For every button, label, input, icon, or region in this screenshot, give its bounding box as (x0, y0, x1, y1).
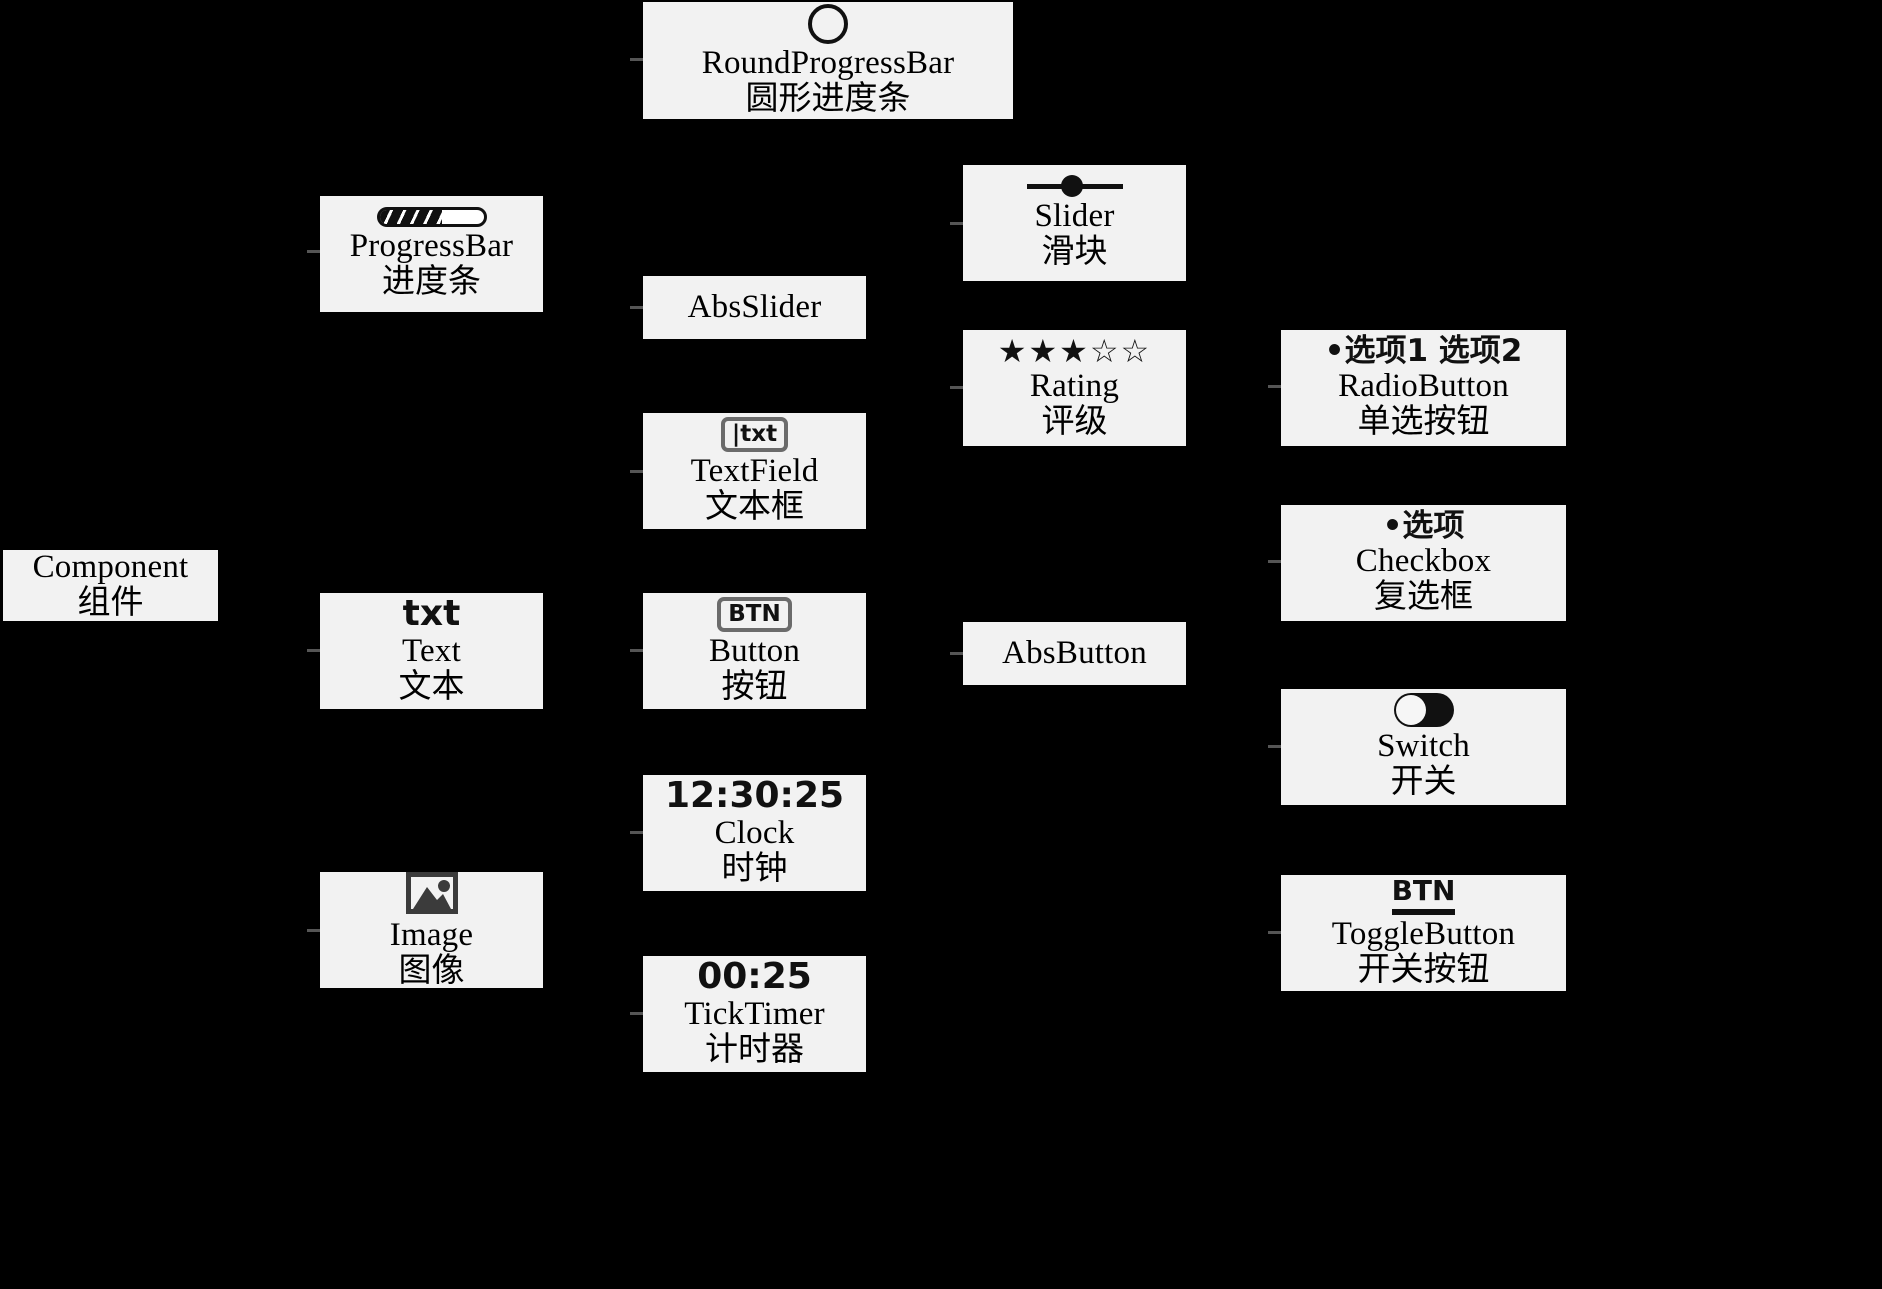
node-button[interactable]: BTN Button 按钮 (643, 593, 866, 709)
clock-digits-icon: 12:30:25 (664, 775, 845, 817)
connector-abs-button (950, 652, 963, 655)
connector-text (307, 649, 320, 652)
node-text[interactable]: txt Text 文本 (320, 593, 543, 709)
txt-icon: txt (402, 593, 461, 635)
node-radio-button-label-en: RadioButton (1338, 367, 1509, 404)
node-text-label-en: Text (402, 633, 461, 670)
connector-tick-timer (630, 1012, 643, 1015)
node-abs-slider-label-en: AbsSlider (687, 288, 822, 325)
progress-bar-icon (376, 207, 487, 228)
textfield-icon: |txt (720, 416, 789, 452)
checkbox-option-icon: •选项 (1382, 507, 1465, 544)
node-button-label-zh: 按钮 (721, 668, 788, 705)
node-progress-bar-label-zh: 进度条 (382, 264, 481, 300)
node-round-progress-bar-label-en: RoundProgressBar (701, 44, 955, 81)
node-component-label-zh: 组件 (77, 584, 144, 621)
radio-options-icon: •选项1 选项2 (1324, 332, 1523, 369)
node-toggle-button[interactable]: BTN ToggleButton 开关按钮 (1281, 875, 1566, 991)
node-switch[interactable]: Switch 开关 (1281, 689, 1566, 805)
node-abs-button-label-en: AbsButton (1002, 634, 1147, 671)
node-tick-timer-label-zh: 计时器 (705, 1032, 804, 1068)
diagram-canvas: Component 组件 RoundProgressBar 圆形进度条 Prog… (0, 0, 1882, 1289)
timer-digits-icon: 00:25 (697, 956, 812, 998)
node-toggle-button-label-en: ToggleButton (1331, 916, 1516, 953)
node-clock-label-zh: 时钟 (721, 851, 788, 887)
node-slider-label-en: Slider (1034, 198, 1115, 235)
connector-image (307, 929, 320, 932)
btn-underlined-icon-text: BTN (1391, 877, 1456, 916)
node-slider[interactable]: Slider 滑块 (963, 165, 1186, 281)
node-component[interactable]: Component 组件 (3, 548, 218, 621)
node-rating[interactable]: ★★★☆☆ Rating 评级 (963, 330, 1186, 446)
node-switch-label-zh: 开关 (1390, 764, 1457, 800)
node-image-label-zh: 图像 (398, 953, 465, 989)
node-radio-button[interactable]: •选项1 选项2 RadioButton 单选按钮 (1281, 330, 1566, 446)
node-button-label-en: Button (708, 632, 801, 669)
node-abs-slider[interactable]: AbsSlider (643, 276, 866, 339)
connector-slider (950, 222, 963, 225)
picture-icon (404, 870, 460, 916)
node-clock-label-en: Clock (714, 815, 795, 852)
connector-round-progress (630, 58, 643, 61)
btn-underlined-icon: BTN (1391, 877, 1456, 916)
connector-text-field (630, 470, 643, 473)
connector-rating (950, 386, 963, 389)
node-rating-label-zh: 评级 (1041, 404, 1108, 440)
switch-icon (1393, 693, 1454, 728)
node-checkbox[interactable]: •选项 Checkbox 复选框 (1281, 505, 1566, 621)
node-tick-timer[interactable]: 00:25 TickTimer 计时器 (643, 956, 866, 1072)
node-text-label-zh: 文本 (398, 669, 465, 705)
connector-abs-slider (630, 306, 643, 309)
node-image[interactable]: Image 图像 (320, 870, 543, 989)
node-radio-button-label-zh: 单选按钮 (1357, 403, 1490, 440)
node-text-field[interactable]: |txt TextField 文本框 (643, 413, 866, 529)
node-toggle-button-label-zh: 开关按钮 (1357, 952, 1490, 988)
node-progress-bar-label-en: ProgressBar (349, 228, 514, 265)
slider-icon (1026, 175, 1123, 198)
node-checkbox-label-zh: 复选框 (1374, 578, 1473, 615)
node-tick-timer-label-en: TickTimer (684, 996, 825, 1033)
node-rating-label-en: Rating (1029, 368, 1120, 405)
ring-icon (808, 3, 848, 44)
node-component-label-en: Component (32, 548, 189, 585)
node-slider-label-zh: 滑块 (1041, 234, 1108, 270)
connector-toggle-button (1268, 931, 1281, 934)
node-text-field-label-en: TextField (690, 452, 819, 489)
node-image-label-en: Image (389, 917, 474, 954)
node-round-progress-bar[interactable]: RoundProgressBar 圆形进度条 (643, 2, 1013, 119)
connector-progress-bar (307, 250, 320, 253)
connector-switch (1268, 745, 1281, 748)
btn-boxed-icon-text: BTN (717, 596, 792, 632)
node-round-progress-bar-label-zh: 圆形进度条 (745, 80, 911, 117)
connector-checkbox (1268, 560, 1281, 563)
node-text-field-label-zh: 文本框 (705, 488, 804, 525)
textfield-icon-text: |txt (720, 416, 789, 452)
connector-clock (630, 831, 643, 834)
node-switch-label-en: Switch (1377, 728, 1470, 765)
node-checkbox-label-en: Checkbox (1355, 542, 1492, 579)
node-progress-bar[interactable]: ProgressBar 进度条 (320, 196, 543, 312)
node-abs-button[interactable]: AbsButton (963, 622, 1186, 685)
connector-radio-button (1268, 385, 1281, 388)
btn-boxed-icon: BTN (717, 596, 792, 632)
connector-button (630, 649, 643, 652)
node-clock[interactable]: 12:30:25 Clock 时钟 (643, 775, 866, 891)
stars-icon: ★★★☆☆ (997, 332, 1152, 371)
